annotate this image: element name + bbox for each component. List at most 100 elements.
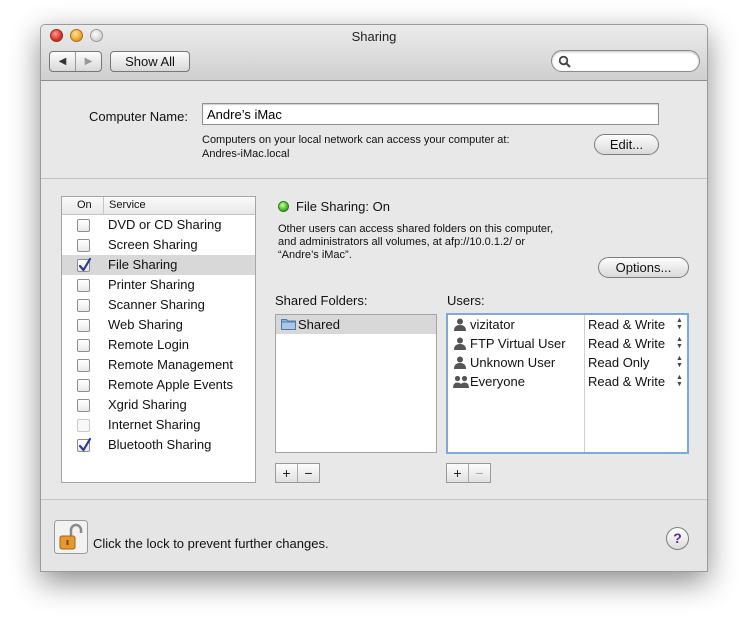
- service-row[interactable]: File Sharing: [62, 255, 255, 275]
- preferences-window: Sharing ◀ ▶ Show All Computer Name: Comp…: [40, 24, 708, 572]
- up-down-arrows-icon[interactable]: ▲ ▼: [676, 336, 683, 350]
- user-name: Unknown User: [470, 355, 556, 370]
- service-row[interactable]: Printer Sharing: [62, 275, 255, 295]
- back-forward-control: ◀ ▶: [49, 51, 102, 72]
- add-user-button[interactable]: +: [447, 464, 469, 482]
- service-label: Bluetooth Sharing: [108, 437, 212, 452]
- user-name: vizitator: [470, 317, 515, 332]
- computer-name-note-line1: Computers on your local network can acce…: [202, 134, 510, 146]
- service-row[interactable]: Remote Apple Events: [62, 375, 255, 395]
- user-name: Everyone: [470, 374, 525, 389]
- up-down-arrows-icon[interactable]: ▲ ▼: [676, 355, 683, 369]
- help-button[interactable]: ?: [666, 527, 689, 550]
- user-name: FTP Virtual User: [470, 336, 566, 351]
- computer-name-section: Computer Name: Computers on your local n…: [41, 82, 707, 179]
- shared-folders-add-remove: + −: [275, 463, 320, 483]
- service-label: Screen Sharing: [108, 237, 198, 252]
- users-list[interactable]: vizitator Read & Write ▲ ▼ FTP Virtual User R…: [446, 313, 689, 454]
- users-label: Users:: [447, 293, 485, 308]
- search-input[interactable]: [574, 53, 694, 69]
- service-checkbox[interactable]: [77, 399, 90, 412]
- user-row[interactable]: Unknown User Read Only ▲ ▼: [448, 353, 687, 372]
- service-label: Remote Apple Events: [108, 377, 234, 392]
- shared-folders-list[interactable]: Shared: [275, 314, 437, 453]
- service-checkbox[interactable]: [77, 359, 90, 372]
- column-divider: [103, 197, 104, 214]
- service-checkbox[interactable]: [77, 299, 90, 312]
- service-list: On Service DVD or CD Sharing Screen Shari…: [61, 196, 256, 483]
- service-label: File Sharing: [108, 257, 178, 272]
- search-icon: [558, 55, 571, 68]
- remove-shared-folder-button[interactable]: −: [298, 464, 319, 482]
- back-button[interactable]: ◀: [50, 52, 76, 71]
- permission-popup[interactable]: Read & Write: [588, 336, 665, 351]
- service-label: DVD or CD Sharing: [108, 217, 222, 232]
- service-label: Internet Sharing: [108, 417, 201, 432]
- service-label: Printer Sharing: [108, 277, 195, 292]
- file-sharing-status: File Sharing: On: [278, 199, 390, 214]
- computer-name-label: Computer Name:: [89, 109, 188, 124]
- service-row[interactable]: Internet Sharing: [62, 415, 255, 435]
- remove-user-button[interactable]: −: [469, 464, 490, 482]
- service-row[interactable]: Remote Login: [62, 335, 255, 355]
- description-line3: “Andre’s iMac”.: [278, 249, 352, 261]
- service-rows: DVD or CD Sharing Screen Sharing File Shar…: [62, 215, 255, 455]
- service-label: Scanner Sharing: [108, 297, 205, 312]
- service-label: Remote Management: [108, 357, 234, 372]
- user-row[interactable]: vizitator Read & Write ▲ ▼: [448, 315, 687, 334]
- service-label: Remote Login: [108, 337, 189, 352]
- shared-folder-name: Shared: [298, 317, 340, 332]
- service-checkbox[interactable]: [77, 257, 92, 272]
- folder-icon: [281, 319, 296, 330]
- service-checkbox[interactable]: [77, 279, 90, 292]
- permission-popup[interactable]: Read & Write: [588, 374, 665, 389]
- user-rows: vizitator Read & Write ▲ ▼ FTP Virtual User R…: [448, 315, 687, 391]
- add-shared-folder-button[interactable]: +: [276, 464, 298, 482]
- titlebar: Sharing ◀ ▶ Show All: [41, 25, 707, 81]
- footer: Click the lock to prevent further change…: [41, 499, 707, 571]
- description-line2: and administrators all volumes, at afp:/…: [278, 236, 526, 248]
- column-header-service[interactable]: Service: [109, 199, 146, 211]
- computer-name-input[interactable]: [202, 103, 659, 125]
- service-row[interactable]: Web Sharing: [62, 315, 255, 335]
- computer-name-local-address: Andres-iMac.local: [202, 148, 290, 160]
- permission-popup[interactable]: Read Only: [588, 355, 649, 370]
- shared-folders-label: Shared Folders:: [275, 293, 368, 308]
- options-button[interactable]: Options...: [598, 257, 689, 278]
- description-line1: Other users can access shared folders on…: [278, 223, 554, 235]
- column-header-on[interactable]: On: [77, 199, 92, 211]
- service-checkbox[interactable]: [77, 419, 90, 432]
- service-row[interactable]: Xgrid Sharing: [62, 395, 255, 415]
- up-down-arrows-icon[interactable]: ▲ ▼: [676, 317, 683, 331]
- service-label: Web Sharing: [108, 317, 183, 332]
- service-checkbox[interactable]: [77, 319, 90, 332]
- status-indicator-icon: [278, 201, 289, 212]
- service-checkbox[interactable]: [77, 219, 90, 232]
- service-checkbox[interactable]: [77, 379, 90, 392]
- edit-button[interactable]: Edit...: [594, 134, 659, 155]
- file-sharing-description: Other users can access shared folders on…: [278, 223, 598, 262]
- service-checkbox[interactable]: [77, 239, 90, 252]
- service-row[interactable]: Bluetooth Sharing: [62, 435, 255, 455]
- lock-open-icon[interactable]: [54, 520, 88, 554]
- service-checkbox[interactable]: [77, 339, 90, 352]
- forward-button[interactable]: ▶: [76, 52, 101, 71]
- show-all-button[interactable]: Show All: [110, 51, 190, 72]
- lock-text: Click the lock to prevent further change…: [93, 536, 329, 551]
- service-checkbox[interactable]: [77, 437, 92, 452]
- service-row[interactable]: DVD or CD Sharing: [62, 215, 255, 235]
- user-icon: [453, 356, 467, 372]
- service-row[interactable]: Scanner Sharing: [62, 295, 255, 315]
- search-field[interactable]: [551, 50, 700, 72]
- permission-popup[interactable]: Read & Write: [588, 317, 665, 332]
- computer-name-note: Computers on your local network can acce…: [202, 133, 510, 161]
- service-row[interactable]: Screen Sharing: [62, 235, 255, 255]
- service-row[interactable]: Remote Management: [62, 355, 255, 375]
- status-text: File Sharing: On: [296, 199, 390, 214]
- user-row[interactable]: Everyone Read & Write ▲ ▼: [448, 372, 687, 391]
- up-down-arrows-icon[interactable]: ▲ ▼: [676, 374, 683, 388]
- user-row[interactable]: FTP Virtual User Read & Write ▲ ▼: [448, 334, 687, 353]
- shared-folder-row[interactable]: Shared: [276, 315, 436, 334]
- service-list-header: On Service: [62, 197, 255, 215]
- window-title: Sharing: [351, 29, 397, 44]
